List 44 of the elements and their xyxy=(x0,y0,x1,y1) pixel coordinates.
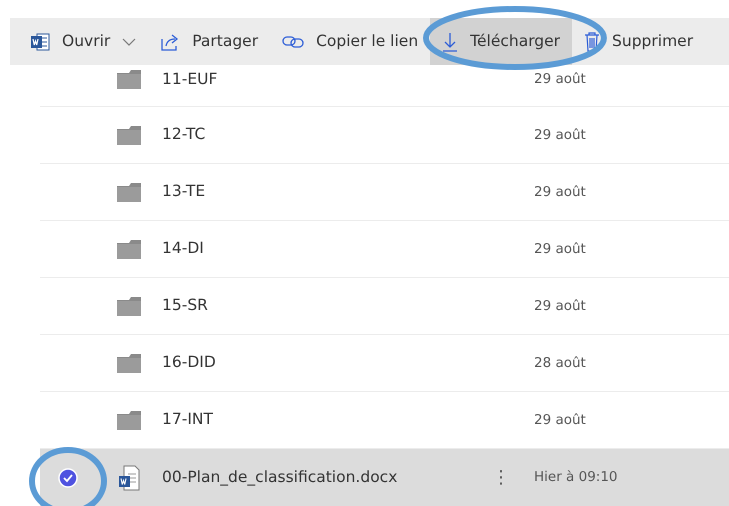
modified-date: 29 août xyxy=(534,296,586,316)
toolbar-button[interactable]: Supprimer xyxy=(572,18,706,65)
modified-date: 29 août xyxy=(534,182,586,202)
word-icon xyxy=(30,32,50,52)
link-icon xyxy=(282,34,304,50)
file-row[interactable]: 14-DI 29 août xyxy=(40,221,729,278)
modified-date: 29 août xyxy=(534,70,586,90)
file-row[interactable]: 15-SR 29 août xyxy=(40,278,729,335)
file-row[interactable]: 16-DID 28 août xyxy=(40,335,729,392)
folder-icon xyxy=(116,240,140,258)
file-name[interactable]: 15-SR xyxy=(162,294,492,318)
file-name[interactable]: 12-TC xyxy=(162,123,492,147)
file-row[interactable]: 12-TC 29 août xyxy=(40,107,729,164)
modified-date: Hier à 09:10 xyxy=(534,468,618,488)
file-name[interactable]: 13-TE xyxy=(162,180,492,204)
folder-icon xyxy=(116,296,140,316)
toolbar-button[interactable]: Copier le lien xyxy=(270,18,430,65)
file-row[interactable]: 00-Plan_de_classification.docx ⋮ Hier à 09:10 xyxy=(40,449,729,506)
file-name[interactable]: 17-INT xyxy=(162,408,492,432)
more-options-button[interactable]: ⋮ xyxy=(492,467,510,488)
folder-icon xyxy=(116,182,140,202)
toolbar-button[interactable]: Télécharger xyxy=(430,18,572,65)
toolbar-button[interactable]: Ouvrir xyxy=(18,18,148,65)
modified-date: 29 août xyxy=(534,126,586,145)
file-name[interactable]: 11-EUF xyxy=(162,68,492,92)
file-name[interactable]: 16-DID xyxy=(162,351,492,375)
word-document-icon xyxy=(118,464,140,490)
folder-icon xyxy=(116,354,140,372)
folder-icon xyxy=(116,410,140,430)
modified-date: 28 août xyxy=(534,354,586,373)
modified-date: 29 août xyxy=(534,240,586,259)
modified-date: 29 août xyxy=(534,410,586,430)
file-name[interactable]: 00-Plan_de_classification.docx xyxy=(162,466,492,490)
file-name[interactable]: 14-DI xyxy=(162,237,492,261)
file-row[interactable]: 11-EUF 29 août xyxy=(40,65,729,107)
share-icon xyxy=(160,32,180,52)
selected-check-icon[interactable] xyxy=(58,468,78,488)
folder-icon xyxy=(116,126,140,144)
download-icon xyxy=(442,32,458,52)
trash-icon xyxy=(584,32,600,52)
folder-icon xyxy=(116,70,140,89)
chevron-down-icon xyxy=(122,38,136,46)
file-row[interactable]: 13-TE 29 août xyxy=(40,164,729,221)
toolbar-button[interactable]: Partager xyxy=(148,18,270,65)
